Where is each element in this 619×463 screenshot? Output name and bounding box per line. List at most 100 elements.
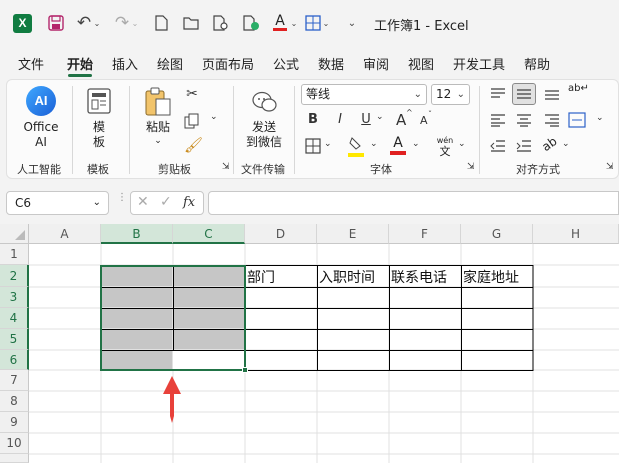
borders-icon[interactable] bbox=[305, 138, 321, 157]
row-header-10[interactable]: 10 bbox=[0, 433, 29, 454]
row-header-8[interactable]: 8 bbox=[0, 391, 29, 412]
tab-view[interactable]: 视图 bbox=[408, 54, 434, 73]
merge-dropdown-icon[interactable]: ⌄ bbox=[596, 113, 604, 123]
font-color-dropdown-icon[interactable]: ⌄ bbox=[412, 139, 420, 149]
redo-icon[interactable]: ↷ bbox=[113, 13, 131, 33]
customize-qa-icon[interactable]: ⌄ bbox=[346, 13, 358, 33]
column-header-g[interactable]: G bbox=[461, 224, 533, 244]
align-left-icon[interactable] bbox=[490, 113, 506, 130]
tab-help[interactable]: 帮助 bbox=[524, 54, 550, 73]
fill-color-dropdown-icon[interactable]: ⌄ bbox=[370, 139, 378, 149]
tab-formulas[interactable]: 公式 bbox=[273, 54, 299, 73]
bold-button[interactable]: B bbox=[306, 112, 320, 127]
borders-qa-dropdown-icon[interactable]: ⌄ bbox=[322, 13, 330, 33]
column-header-b[interactable]: B bbox=[101, 224, 173, 244]
column-header-h[interactable]: H bbox=[533, 224, 619, 244]
font-launcher-icon[interactable]: ⇲ bbox=[467, 162, 475, 172]
orientation-dropdown-icon[interactable]: ⌄ bbox=[562, 139, 570, 149]
tab-review[interactable]: 审阅 bbox=[363, 54, 389, 73]
increase-indent-icon[interactable] bbox=[516, 139, 532, 156]
undo-icon[interactable]: ↶ bbox=[75, 13, 93, 33]
row-header-5[interactable]: 5 bbox=[0, 329, 29, 350]
align-launcher-icon[interactable]: ⇲ bbox=[606, 162, 614, 172]
insert-function-icon[interactable]: fx bbox=[183, 195, 195, 210]
save-icon[interactable] bbox=[46, 13, 66, 33]
align-top-icon[interactable] bbox=[490, 87, 506, 104]
row-header-6[interactable]: 6 bbox=[0, 350, 29, 370]
font-color-qa-icon[interactable]: A bbox=[270, 13, 290, 33]
office-ai-button[interactable]: AI Office AI bbox=[14, 86, 68, 154]
column-header-f[interactable]: F bbox=[389, 224, 461, 244]
align-middle-icon[interactable] bbox=[512, 83, 536, 105]
clipboard-launcher-icon[interactable]: ⇲ bbox=[222, 162, 230, 172]
open-folder-icon[interactable] bbox=[182, 13, 200, 33]
redo-dropdown-icon[interactable]: ⌄ bbox=[131, 13, 139, 33]
wrap-text-icon[interactable]: ab↵ bbox=[568, 84, 589, 94]
font-size-select[interactable]: 12 ⌄ bbox=[431, 84, 470, 105]
italic-button[interactable]: I bbox=[334, 112, 346, 127]
print-preview-icon[interactable] bbox=[212, 13, 230, 33]
tab-home[interactable]: 开始 bbox=[67, 54, 93, 73]
tab-data[interactable]: 数据 bbox=[318, 54, 344, 73]
select-all-corner[interactable] bbox=[0, 224, 29, 244]
column-header-e[interactable]: E bbox=[317, 224, 389, 244]
merge-center-icon[interactable] bbox=[568, 112, 586, 131]
tab-developer[interactable]: 开发工具 bbox=[453, 54, 505, 73]
align-bottom-icon[interactable] bbox=[544, 87, 560, 104]
paste-button[interactable]: 粘贴 ⌄ bbox=[138, 86, 178, 154]
copy-icon[interactable] bbox=[184, 113, 200, 132]
share-wechat-icon[interactable] bbox=[242, 13, 260, 33]
name-box[interactable]: C6 ⌄ bbox=[6, 191, 109, 215]
table-header-address[interactable]: 家庭地址 bbox=[463, 267, 519, 287]
paste-dropdown-icon[interactable]: ⌄ bbox=[138, 134, 178, 149]
enter-icon[interactable]: ✓ bbox=[160, 194, 172, 210]
borders-qa-icon[interactable] bbox=[304, 13, 322, 33]
decrease-font-button[interactable]: A bbox=[420, 114, 428, 127]
column-header-d[interactable]: D bbox=[245, 224, 317, 244]
underline-dropdown-icon[interactable]: ⌄ bbox=[376, 112, 384, 122]
table-header-phone[interactable]: 联系电话 bbox=[391, 267, 447, 287]
more-options-icon[interactable]: ⋮ bbox=[117, 193, 127, 211]
row-header-4[interactable]: 4 bbox=[0, 308, 29, 329]
table-header-hire-date[interactable]: 入职时间 bbox=[319, 267, 375, 287]
formula-input[interactable] bbox=[208, 191, 619, 215]
tab-file[interactable]: 文件 bbox=[18, 54, 44, 73]
row-header-9[interactable]: 9 bbox=[0, 412, 29, 433]
increase-font-button[interactable]: A bbox=[396, 111, 406, 129]
template-button[interactable]: 模 板 bbox=[78, 86, 120, 154]
fill-handle[interactable] bbox=[242, 367, 248, 373]
paste-icon bbox=[145, 87, 171, 116]
row-header-1[interactable]: 1 bbox=[0, 244, 29, 265]
group-separator bbox=[233, 86, 234, 174]
send-to-wechat-button[interactable]: 发送 到微信 bbox=[240, 86, 288, 154]
underline-button[interactable]: U bbox=[360, 112, 372, 127]
fill-color-icon[interactable] bbox=[348, 136, 366, 157]
decrease-indent-icon[interactable] bbox=[490, 139, 506, 156]
tab-draw[interactable]: 绘图 bbox=[157, 54, 183, 73]
cut-icon[interactable]: ✂ bbox=[184, 86, 200, 102]
tab-page-layout[interactable]: 页面布局 bbox=[202, 54, 254, 73]
font-color-icon[interactable]: A bbox=[390, 135, 406, 155]
row-header-3[interactable]: 3 bbox=[0, 287, 29, 308]
borders-dropdown-icon[interactable]: ⌄ bbox=[324, 139, 332, 149]
tab-insert[interactable]: 插入 bbox=[112, 54, 138, 73]
undo-dropdown-icon[interactable]: ⌄ bbox=[93, 13, 101, 33]
table-header-department[interactable]: 部门 bbox=[247, 267, 275, 287]
column-header-c[interactable]: C bbox=[173, 224, 245, 244]
phonetic-guide-icon[interactable]: wén 文 bbox=[436, 136, 454, 157]
align-center-icon[interactable] bbox=[516, 113, 532, 130]
align-right-icon[interactable] bbox=[544, 113, 560, 130]
row-header-7[interactable]: 7 bbox=[0, 370, 29, 391]
phonetic-dropdown-icon[interactable]: ⌄ bbox=[458, 139, 466, 149]
format-painter-icon[interactable]: 🖌 bbox=[184, 136, 203, 154]
column-header-a[interactable]: A bbox=[29, 224, 101, 244]
decrease-font-caret-icon: ˇ bbox=[428, 110, 432, 119]
font-name-select[interactable]: 等线 ⌄ bbox=[301, 84, 427, 105]
cancel-icon[interactable]: ✕ bbox=[137, 194, 149, 210]
row-header-2[interactable]: 2 bbox=[0, 265, 29, 287]
font-color-qa-dropdown-icon[interactable]: ⌄ bbox=[290, 13, 298, 33]
copy-dropdown-icon[interactable]: ⌄ bbox=[210, 112, 218, 122]
active-tab-indicator bbox=[68, 74, 92, 77]
row-header-11[interactable] bbox=[0, 454, 29, 463]
new-file-icon[interactable] bbox=[153, 13, 169, 33]
